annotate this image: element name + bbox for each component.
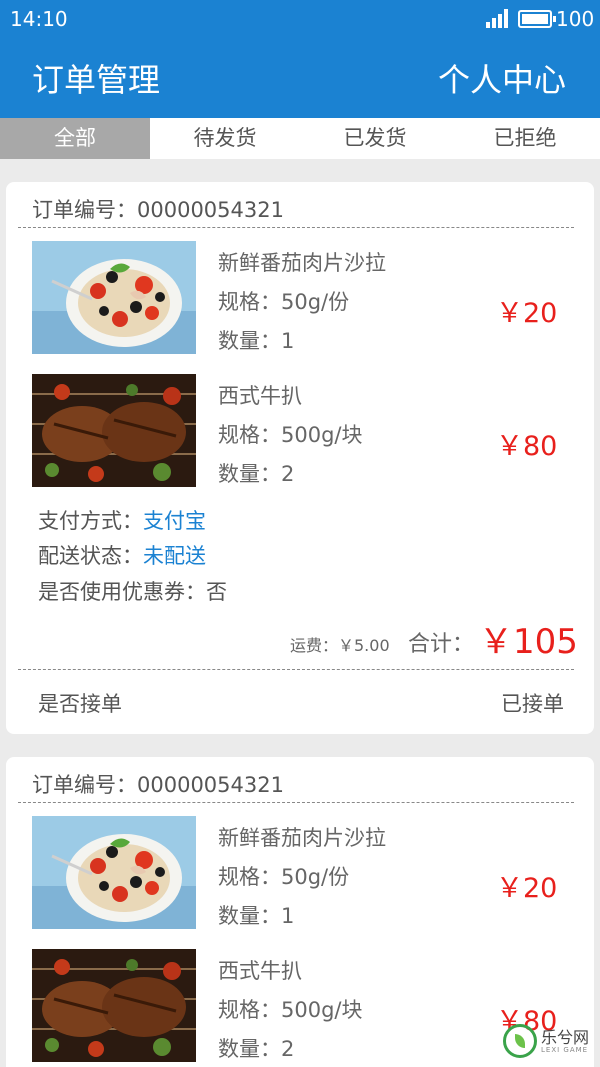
order-card[interactable]: 订单编号：00000054321 新鲜番茄肉片沙拉 规格：50g/份 数量：1 … [6, 757, 594, 1067]
order-number: 订单编号：00000054321 [32, 198, 284, 222]
user-center-link[interactable]: 个人中心 [438, 55, 566, 101]
battery-icon [518, 10, 556, 28]
status-time: 14:10 [10, 7, 68, 31]
item-quantity: 数量：2 [218, 1037, 295, 1061]
item-price: ￥20 [496, 873, 558, 904]
total-amount: ￥105 [479, 622, 578, 662]
leaf-logo-icon [503, 1024, 537, 1058]
coupon-used: 是否使用优惠券：否 [38, 580, 227, 604]
steak-image [32, 949, 196, 1062]
divider [18, 227, 574, 228]
tab-pending-shipment[interactable]: 待发货 [150, 118, 300, 159]
page-title: 订单管理 [32, 61, 161, 99]
order-tabs: 全部 待发货 已发货 已拒绝 [0, 118, 600, 159]
order-item[interactable]: 西式牛扒 规格：500g/块 数量：2 ￥80 [32, 374, 582, 488]
tab-shipped[interactable]: 已发货 [300, 118, 450, 159]
item-spec: 规格：500g/块 [218, 998, 363, 1022]
order-item[interactable]: 西式牛扒 规格：500g/块 数量：2 ￥80 [32, 949, 582, 1063]
accept-order-label: 是否接单 [38, 692, 122, 716]
accept-order-status[interactable]: 已接单 [501, 688, 564, 718]
item-quantity: 数量：1 [218, 329, 295, 353]
item-quantity: 数量：2 [218, 462, 295, 486]
item-name: 新鲜番茄肉片沙拉 [218, 826, 386, 850]
signal-icon [486, 8, 512, 28]
item-price: ￥80 [496, 431, 558, 462]
app-bar: 订单管理 个人中心 [0, 38, 600, 118]
item-spec: 规格：500g/块 [218, 423, 363, 447]
status-bar: 14:10 100 [0, 0, 600, 38]
steak-image [32, 374, 196, 487]
item-quantity: 数量：1 [218, 904, 295, 928]
order-item[interactable]: 新鲜番茄肉片沙拉 规格：50g/份 数量：1 ￥20 [32, 241, 582, 355]
item-name: 西式牛扒 [218, 384, 302, 408]
order-item[interactable]: 新鲜番茄肉片沙拉 规格：50g/份 数量：1 ￥20 [32, 816, 582, 930]
delivery-value: 未配送 [143, 544, 206, 568]
payment-value: 支付宝 [143, 509, 206, 533]
divider [18, 802, 574, 803]
divider [18, 669, 574, 670]
item-spec: 规格：50g/份 [218, 290, 350, 314]
item-spec: 规格：50g/份 [218, 865, 350, 889]
freight-fee: 运费：￥5.00 [290, 636, 390, 655]
order-card[interactable]: 订单编号：00000054321 新鲜番茄肉片沙拉 规格：50g/份 数量：1 … [6, 182, 594, 734]
watermark-text: 乐兮网 [541, 1028, 590, 1047]
item-name: 新鲜番茄肉片沙拉 [218, 251, 386, 275]
item-name: 西式牛扒 [218, 959, 302, 983]
battery-level: 100 [556, 7, 595, 31]
delivery-label: 配送状态： [38, 544, 143, 568]
tab-all[interactable]: 全部 [0, 118, 150, 159]
payment-method: 支付方式：支付宝 [38, 505, 206, 535]
payment-label: 支付方式： [38, 509, 143, 533]
item-price: ￥20 [496, 298, 558, 329]
total-label: 合计： [408, 632, 475, 657]
salad-image [32, 241, 196, 354]
tab-rejected[interactable]: 已拒绝 [450, 118, 600, 159]
order-number: 订单编号：00000054321 [32, 773, 284, 797]
watermark: 乐兮网 LEXI GAME [503, 1022, 595, 1062]
salad-image [32, 816, 196, 929]
delivery-status: 配送状态：未配送 [38, 540, 206, 570]
watermark-subtext: LEXI GAME [541, 1046, 589, 1054]
